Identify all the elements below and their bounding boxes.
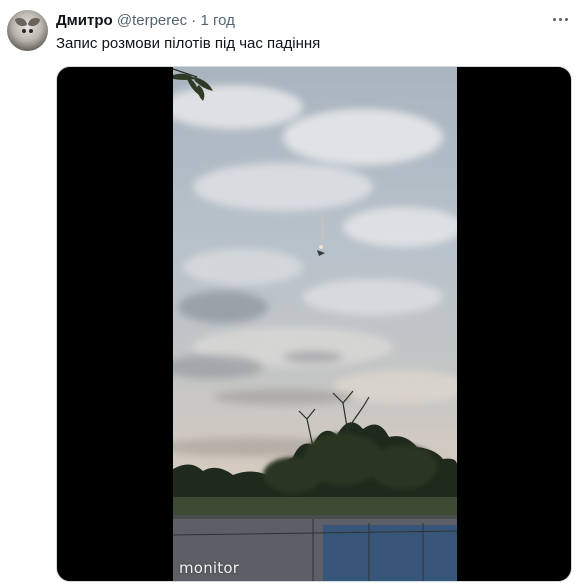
more-horizontal-icon: [558, 17, 562, 21]
video-watermark: monitor: [179, 559, 240, 577]
author-name[interactable]: Дмитро: [56, 12, 113, 29]
avatar-eye: [29, 29, 33, 33]
video-still: [173, 67, 457, 581]
avatar-eye: [22, 29, 26, 33]
avatar-ear: [14, 15, 28, 29]
avatar-ear: [27, 15, 41, 29]
avatar[interactable]: [7, 10, 48, 51]
more-horizontal-icon: [564, 17, 568, 21]
video-frame[interactable]: monitor: [173, 67, 457, 581]
video-player[interactable]: monitor: [56, 66, 572, 582]
tweet-header: Дмитро @terperec · 1 год: [56, 12, 235, 29]
tweet[interactable]: Дмитро @terperec · 1 год Запис розмови п…: [0, 0, 578, 584]
more-options-button[interactable]: [548, 9, 572, 29]
separator-dot: ·: [191, 12, 197, 29]
more-horizontal-icon: [552, 17, 556, 21]
tweet-text: Запис розмови пілотів під час падіння: [56, 35, 321, 52]
timestamp[interactable]: 1 год: [200, 12, 234, 29]
author-handle[interactable]: @terperec: [117, 12, 187, 29]
